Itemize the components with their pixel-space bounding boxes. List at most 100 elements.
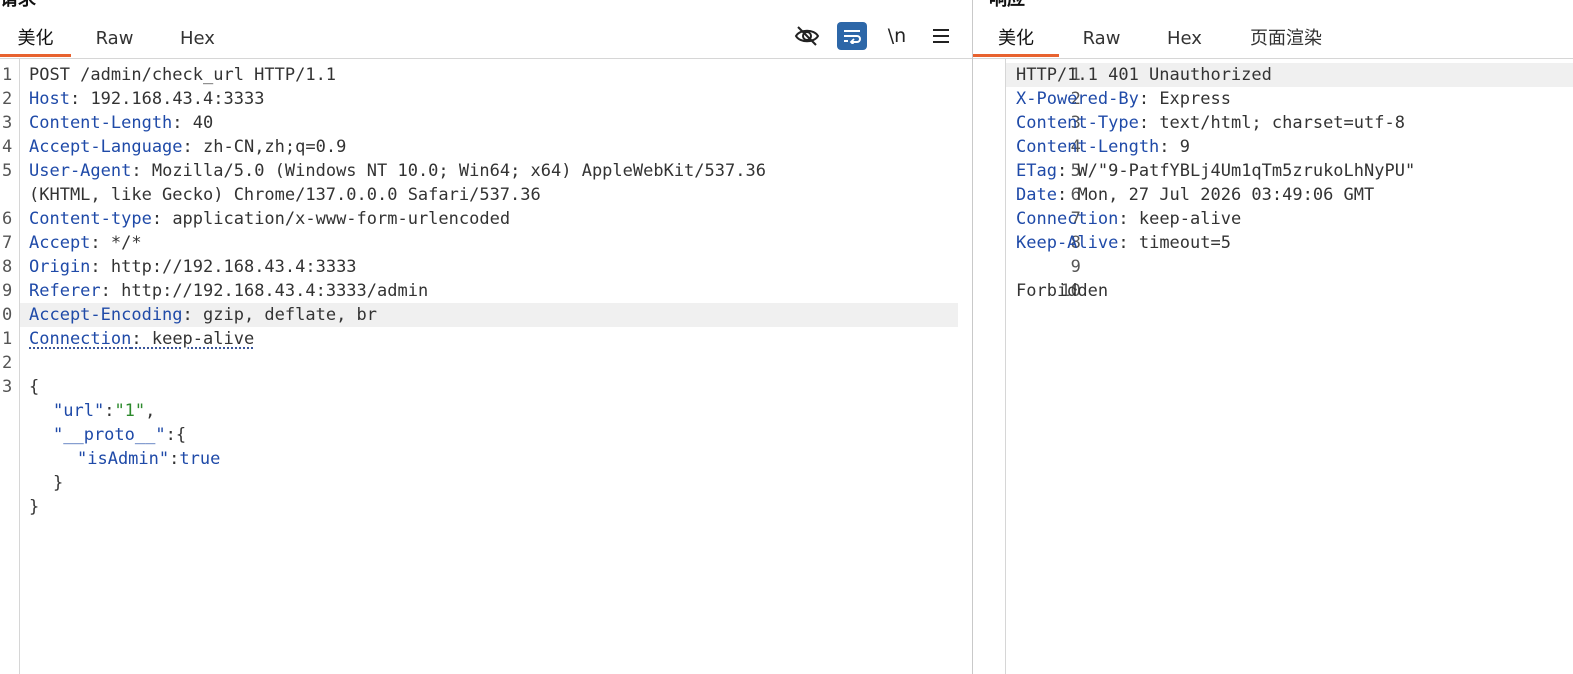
request-tab-bar: 美化 Raw Hex \n [0, 0, 972, 59]
header-name: User-Agent [29, 161, 132, 181]
response-tab-raw[interactable]: Raw [1074, 27, 1129, 57]
request-code[interactable]: 1 POST /admin/check_url HTTP/1.1 2 Host:… [0, 63, 972, 519]
line-number: 1 [2, 329, 13, 349]
line-number: 9 [2, 281, 13, 301]
header-separator: : [69, 89, 91, 109]
line-number: 6 [2, 209, 13, 229]
hamburger-menu-icon[interactable] [926, 22, 956, 50]
response-tab-pretty[interactable]: 美化 [973, 27, 1059, 57]
header-value: http://192.168.43.4:3333/admin [121, 281, 429, 301]
code-line: 5 ETag: W/"9-PatfYBLj4Um1qTm5zrukoLhNyPU… [973, 159, 1573, 183]
code-line: 7 Accept: */* [0, 231, 972, 255]
json-close-brace: } [29, 497, 40, 517]
header-name: Accept-Language [29, 137, 183, 157]
header-value: zh-CN,zh;q=0.9 [203, 137, 347, 157]
line-number: 3 [2, 377, 13, 397]
code-line: 3 Content-Length: 40 [0, 111, 972, 135]
json-open-brace: { [29, 377, 40, 397]
header-separator: : [1159, 137, 1180, 157]
code-line: 2 X-Powered-By: Express [973, 87, 1573, 111]
header-name: Date [1016, 185, 1057, 205]
json-comma: , [145, 401, 156, 421]
header-separator: : [1056, 185, 1078, 205]
code-line: "__proto__":{ [0, 423, 972, 447]
header-separator: : [182, 305, 204, 325]
header-separator: : [100, 281, 122, 301]
header-value-continued: (KHTML, like Gecko) Chrome/137.0.0.0 Saf… [29, 185, 541, 205]
header-value: text/html; charset=utf-8 [1159, 113, 1405, 133]
request-tab-hex[interactable]: Hex [170, 27, 225, 57]
response-tab-bar: 美化 Raw Hex 页面渲染 [973, 0, 1573, 59]
code-line: 4 Content-Length: 9 [973, 135, 1573, 159]
line-number: 0 [2, 305, 13, 325]
line-number: 2 [2, 353, 13, 373]
line-number: 9 [1070, 257, 1081, 277]
code-line: 2 Host: 192.168.43.4:3333 [0, 87, 972, 111]
code-line: 6 Content-type: application/x-www-form-u… [0, 207, 972, 231]
header-separator: : [182, 137, 204, 157]
newline-toggle-button[interactable]: \n [882, 22, 912, 50]
code-line: 10 Forbidden [973, 279, 1573, 303]
header-separator: : [131, 329, 152, 349]
word-wrap-icon[interactable] [837, 22, 867, 50]
code-line: 8 Origin: http://192.168.43.4:3333 [0, 255, 972, 279]
header-value: 192.168.43.4:3333 [90, 89, 265, 109]
response-code[interactable]: 1 HTTP/1.1 401 Unauthorized 2 X-Powered-… [973, 63, 1573, 303]
response-editor[interactable]: 1 HTTP/1.1 401 Unauthorized 2 X-Powered-… [973, 59, 1573, 674]
code-line: 9 [973, 255, 1573, 279]
header-value: 40 [192, 113, 214, 133]
request-tab-pretty[interactable]: 美化 [0, 27, 71, 57]
json-colon: : [169, 449, 180, 469]
line-number: 3 [2, 113, 13, 133]
header-name: Keep-Alive [1016, 233, 1119, 253]
code-line: 6 Date: Mon, 27 Jul 2026 03:49:06 GMT [973, 183, 1573, 207]
code-line: "url":"1", [0, 399, 972, 423]
code-line: } [0, 495, 972, 519]
header-separator: : [1138, 89, 1160, 109]
response-tab-hex[interactable]: Hex [1157, 27, 1212, 57]
code-line: "isAdmin":true [0, 447, 972, 471]
code-line: 3 Content-Type: text/html; charset=utf-8 [973, 111, 1573, 135]
request-editor[interactable]: 1 POST /admin/check_url HTTP/1.1 2 Host:… [0, 59, 972, 674]
line-number: 7 [2, 233, 13, 253]
code-line: 2 [0, 351, 972, 375]
json-colon: : [104, 401, 115, 421]
header-value: Mon, 27 Jul 2026 03:49:06 GMT [1077, 185, 1375, 205]
code-line: 4 Accept-Language: zh-CN,zh;q=0.9 [0, 135, 972, 159]
header-value: W/"9-PatfYBLj4Um1qTm5zrukoLhNyPU" [1077, 161, 1416, 181]
request-tab-raw[interactable]: Raw [87, 27, 142, 57]
line-number: 1 [2, 65, 13, 85]
json-open-object: :{ [165, 425, 187, 445]
response-body-text: Forbidden [1016, 281, 1109, 301]
header-value: keep-alive [151, 329, 255, 349]
request-line-text: POST /admin/check_url HTTP/1.1 [29, 65, 337, 85]
header-value: Express [1159, 89, 1231, 109]
header-separator: : [1138, 113, 1160, 133]
request-pane: 请求 美化 Raw Hex \n [0, 0, 972, 674]
code-line-highlighted: 0 Accept-Encoding: gzip, deflate, br [0, 303, 972, 327]
json-boolean-value: true [179, 449, 221, 469]
header-name: Content-Length [1016, 137, 1160, 157]
line-number: 5 [2, 161, 13, 181]
header-name: Host [29, 89, 70, 109]
code-line: 3 { [0, 375, 972, 399]
line-number: 8 [2, 257, 13, 277]
header-separator: : [131, 161, 152, 181]
header-separator: : [1118, 233, 1139, 253]
eye-slash-icon[interactable] [792, 22, 822, 50]
code-line: 1 Connection: keep-alive [0, 327, 972, 351]
header-separator: : [1118, 209, 1139, 229]
header-name: Connection [29, 329, 132, 349]
header-separator: : [90, 257, 111, 277]
header-value: Mozilla/5.0 (Windows NT 10.0; Win64; x64… [151, 161, 766, 181]
code-line: 5 User-Agent: Mozilla/5.0 (Windows NT 10… [0, 159, 972, 207]
header-name: Accept [29, 233, 91, 253]
json-close-brace: } [53, 473, 64, 493]
header-name: Accept-Encoding [29, 305, 183, 325]
response-tab-render[interactable]: 页面渲染 [1241, 27, 1331, 57]
header-value: */* [110, 233, 142, 253]
line-number: 4 [2, 137, 13, 157]
json-key: "isAdmin" [77, 449, 170, 469]
header-name: Origin [29, 257, 91, 277]
header-name: Content-type [29, 209, 152, 229]
